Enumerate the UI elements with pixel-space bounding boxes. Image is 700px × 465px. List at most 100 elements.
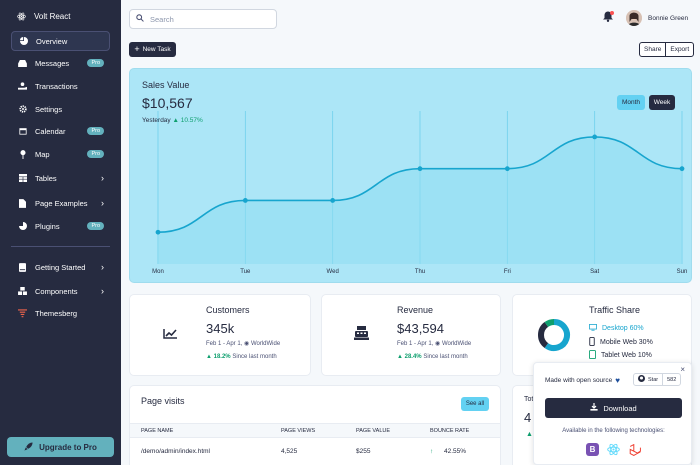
share-export-group: Share Export [639, 42, 695, 57]
sidebar-item-label: Page Examples [35, 198, 88, 208]
made-with-text: Made with open source ♥ [545, 376, 620, 385]
inbox-icon [18, 59, 27, 68]
chevron-right-icon: › [101, 197, 104, 208]
sidebar-item-label: Messages [35, 58, 70, 68]
share-button[interactable]: Share [640, 43, 665, 56]
sidebar-item-plugins[interactable]: Plugins Pro [11, 216, 110, 236]
since-label: Since last month [423, 354, 468, 360]
export-button[interactable]: Export [665, 43, 693, 56]
traffic-mobile: Mobile Web 30% [589, 337, 653, 348]
sidebar-item-label: Map [35, 149, 50, 159]
user-name[interactable]: Bonnie Green [648, 15, 688, 22]
sales-point[interactable] [242, 198, 248, 203]
upgrade-label: Upgrade to Pro [39, 442, 97, 452]
sidebar-item-map[interactable]: Map Pro [11, 144, 110, 164]
sales-point[interactable] [330, 198, 336, 203]
sales-point[interactable] [417, 166, 423, 172]
brand-name: Volt React [34, 12, 71, 21]
sidebar-item-getting-started[interactable]: Getting Started › [11, 257, 110, 277]
gear-icon [18, 105, 27, 114]
date-range: Feb 1 - Apr 1, [206, 341, 243, 347]
column-header[interactable]: PAGE VALUE [356, 428, 390, 434]
sidebar-item-themesberg[interactable]: Themesberg [11, 303, 110, 323]
hand-holding-icon [18, 82, 27, 91]
bootstrap-icon[interactable]: B [586, 443, 599, 456]
sidebar-item-label: Calendar [35, 126, 66, 136]
total-title: Tot [524, 396, 534, 403]
sidebar-item-page-examples[interactable]: Page Examples › [11, 193, 110, 213]
brand-logo[interactable]: Volt React [17, 12, 70, 21]
sidebar-item-label: Tables [35, 173, 57, 183]
page-visits-card: Page visits See all PAGE NAME PAGE VIEWS… [129, 385, 501, 465]
sidebar-item-messages[interactable]: Messages Pro [11, 53, 110, 73]
column-header[interactable]: PAGE NAME [141, 428, 173, 434]
desktop-icon [589, 324, 597, 333]
x-tick-label: Sun [677, 269, 688, 275]
traffic-label: Mobile Web 30% [600, 339, 653, 346]
download-icon [590, 403, 598, 413]
sidebar-divider [11, 246, 110, 247]
boxes-icon [18, 287, 27, 296]
sidebar-item-overview[interactable]: Overview [11, 31, 110, 51]
sales-point[interactable] [504, 166, 510, 172]
pro-badge: Pro [87, 127, 104, 135]
table-row: /demo/admin/index.html 4,525 $255 ↑ 42.5… [130, 443, 500, 461]
chart-pie-icon [18, 222, 27, 231]
star-label: Star [648, 376, 659, 383]
sidebar-item-calendar[interactable]: Calendar Pro [11, 121, 110, 141]
star-count[interactable]: 582 [662, 374, 680, 385]
sidebar-item-transactions[interactable]: Transactions [11, 76, 110, 96]
sales-point[interactable] [679, 166, 685, 172]
sidebar-item-tables[interactable]: Tables › [11, 168, 110, 188]
sales-point[interactable] [592, 134, 598, 140]
sidebar-item-label: Plugins [35, 221, 60, 231]
trend-up-icon: ▲ [397, 354, 403, 360]
customers-card: Customers 345k Feb 1 - Apr 1, ◉ WorldWid… [129, 294, 311, 376]
sales-point[interactable] [155, 229, 161, 235]
sidebar-item-label: Components [35, 286, 78, 296]
sidebar-item-settings[interactable]: Settings [11, 99, 110, 119]
calendar-icon [18, 127, 27, 136]
avatar[interactable] [626, 10, 642, 26]
customers-value: 345k [206, 321, 235, 336]
mobile-icon [589, 337, 595, 348]
sidebar-item-components[interactable]: Components › [11, 281, 110, 301]
download-label: Download [603, 403, 637, 413]
revenue-card: Revenue $43,594 Feb 1 - Apr 1, ◉ WorldWi… [321, 294, 501, 376]
arrow-up-icon: ↑ [430, 448, 434, 455]
x-tick-label: Sat [590, 269, 599, 275]
page-views-cell: 4,525 [281, 448, 298, 455]
sidebar: Volt React Overview Messages Pro Transac… [0, 0, 121, 465]
column-header[interactable]: PAGE VIEWS [281, 428, 315, 434]
laravel-icon[interactable] [628, 443, 641, 456]
download-button[interactable]: Download [545, 398, 682, 418]
cash-register-icon [354, 326, 369, 342]
rocket-icon [24, 441, 33, 453]
upgrade-button[interactable]: Upgrade to Pro [7, 437, 114, 457]
file-icon [18, 198, 27, 208]
github-star-button[interactable]: Star 582 [633, 373, 682, 386]
see-all-button[interactable]: See all [461, 397, 489, 411]
customers-range: Feb 1 - Apr 1, ◉ WorldWide [206, 340, 280, 347]
new-task-label: New Task [142, 46, 171, 53]
sidebar-item-label: Themesberg [35, 308, 78, 318]
revenue-change: ▲ 28.4% Since last month [397, 354, 468, 360]
close-icon[interactable]: × [680, 365, 685, 374]
search-box[interactable] [129, 9, 277, 29]
chart-line-icon [163, 328, 178, 341]
traffic-label: Tablet Web 10% [601, 352, 652, 359]
github-icon [638, 375, 645, 384]
customers-title: Customers [206, 305, 250, 315]
pro-badge: Pro [87, 59, 104, 67]
sidebar-item-label: Transactions [35, 81, 78, 91]
traffic-donut-chart [538, 319, 570, 351]
new-task-button[interactable]: + New Task [129, 42, 176, 57]
react-icon[interactable] [607, 443, 620, 456]
notification-dot [610, 11, 614, 15]
plus-icon: + [134, 44, 140, 54]
x-tick-label: Tue [240, 269, 251, 275]
github-star[interactable]: Star [634, 374, 662, 385]
globe-icon: ◉ [435, 341, 441, 347]
column-header[interactable]: BOUNCE RATE [430, 428, 469, 434]
search-input[interactable] [150, 14, 270, 24]
